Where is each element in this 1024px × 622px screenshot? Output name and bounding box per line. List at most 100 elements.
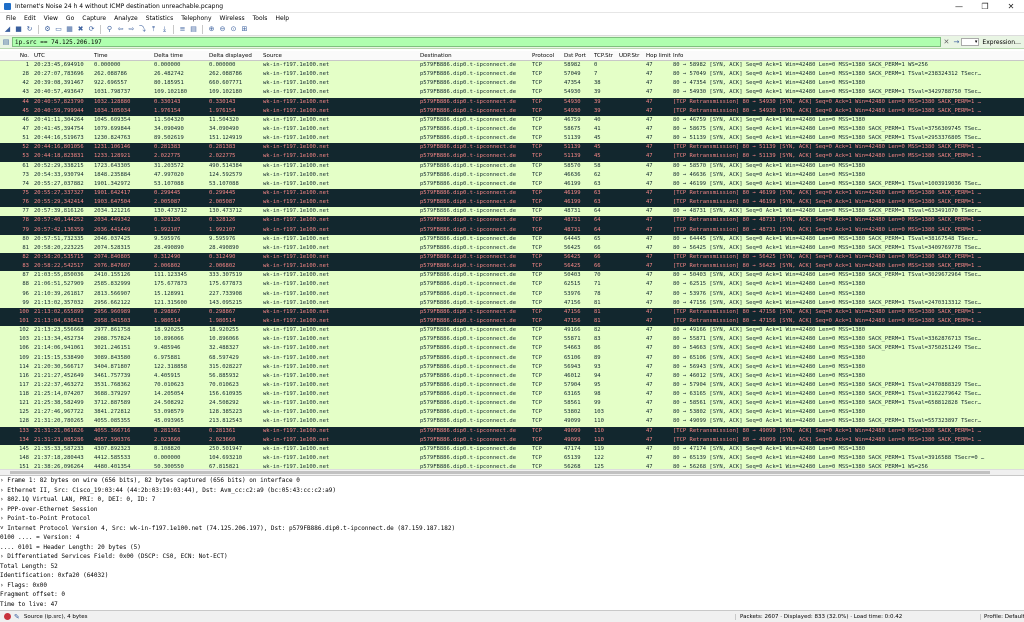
packet-row[interactable]: 106 21:14:06,941061 3021.246151 9.485946 32.…	[0, 344, 1024, 354]
packet-row[interactable]: 96 21:10:39,261817 2813.566907 15.128991 227…	[0, 289, 1024, 299]
detail-tree-item[interactable]: Time to live: 47	[0, 600, 1024, 610]
forward-icon[interactable]: ⇨	[127, 25, 136, 34]
packet-row[interactable]: 79 20:57:42,136359 2036.441449 1.992107 1.99…	[0, 225, 1024, 235]
column-header-protocol[interactable]: Protocol	[530, 53, 562, 59]
column-header-delta-time[interactable]: Delta time	[152, 53, 207, 59]
menu-analyze[interactable]: Analyze	[110, 15, 142, 22]
bookmark-icon[interactable]: ▤	[0, 38, 12, 46]
goto-icon[interactable]: ⤵	[138, 25, 147, 34]
autoscroll-icon[interactable]: ≡	[178, 25, 187, 34]
packet-row[interactable]: 82 20:58:20,535715 2074.840805 0.312490 0.31…	[0, 252, 1024, 263]
menu-help[interactable]: Help	[271, 15, 293, 22]
packet-row[interactable]: 78 20:57:40,144252 2034.449342 0.328126 0.32…	[0, 216, 1024, 226]
menu-go[interactable]: Go	[62, 15, 78, 22]
packet-row[interactable]: 117 21:22:37,463272 3531.768362 70.010623 70…	[0, 380, 1024, 391]
column-header-dst-port[interactable]: Dst Port	[562, 53, 592, 59]
packet-row[interactable]: 116 21:21:27,452649 3461.757739 4.405915 56.…	[0, 371, 1024, 381]
packet-row[interactable]: 102 21:13:23,556668 2977.861758 18.920255 18…	[0, 326, 1024, 336]
column-header-destination[interactable]: Destination	[418, 53, 530, 59]
column-header-hop-limit[interactable]: Hop limit	[644, 53, 671, 59]
packet-row[interactable]: 128 21:31:20,780265 4055.085355 45.093965 21…	[0, 417, 1024, 427]
edit-comment-icon[interactable]: ✎	[14, 613, 20, 621]
menu-capture[interactable]: Capture	[78, 15, 110, 22]
apply-filter-icon[interactable]: →	[951, 38, 961, 46]
packet-row[interactable]: 47 20:41:45,394754 1079.699844 34.090490 34.…	[0, 124, 1024, 135]
detail-tree-item[interactable]: Total Length: 52	[0, 562, 1024, 572]
packet-row[interactable]: 100 21:13:02,655899 2956.960989 0.298867 0.2…	[0, 307, 1024, 317]
packet-row[interactable]: 28 20:27:07,783696 262.088786 26.482742 262.…	[0, 70, 1024, 80]
fin-icon[interactable]: ◢	[3, 25, 12, 34]
column-header-udp-str[interactable]: UDP.Str	[617, 53, 644, 59]
close-file-icon[interactable]: ✖	[76, 25, 85, 34]
clear-filter-icon[interactable]: ✕	[941, 38, 951, 46]
packet-row[interactable]: 51 20:44:16,519673 1230.824763 89.502619 151…	[0, 134, 1024, 144]
scrollbar-thumb[interactable]	[10, 471, 990, 474]
packet-row[interactable]: 45 20:40:59,799944 1034.105034 1.976154 1.97…	[0, 106, 1024, 116]
resize-columns-icon[interactable]: ⊞	[240, 25, 249, 34]
menu-tools[interactable]: Tools	[249, 15, 272, 22]
packet-row[interactable]: 114 21:20:30,566717 3404.871807 122.318858 3…	[0, 362, 1024, 372]
column-header-tcp-str[interactable]: TCP.Str	[592, 53, 617, 59]
packet-row[interactable]: 52 20:44:16,801056 1231.106146 0.281383 0.28…	[0, 143, 1024, 153]
menu-edit[interactable]: Edit	[20, 15, 40, 22]
packet-row[interactable]: 87 21:03:55,850036 2410.155126 111.123345 33…	[0, 271, 1024, 281]
menu-file[interactable]: File	[2, 15, 20, 22]
detail-tree-item[interactable]: Identification: 0xfa20 (64032)	[0, 571, 1024, 581]
packet-row[interactable]: 53 20:44:18,823831 1233.128921 2.022775 2.02…	[0, 152, 1024, 162]
packet-row[interactable]: 46 20:41:11,304264 1045.609354 11.504320 11.…	[0, 115, 1024, 125]
detail-tree-item[interactable]: › Differentiated Services Field: 0x00 (D…	[0, 552, 1024, 562]
packet-row[interactable]: 83 20:58:22,542517 2076.847607 2.006802 2.00…	[0, 262, 1024, 272]
minimize-button[interactable]: —	[946, 0, 972, 12]
detail-tree-item[interactable]: .... 0101 = Header Length: 20 bytes (5)	[0, 543, 1024, 553]
column-header-utc[interactable]: UTC	[32, 53, 92, 59]
display-filter-input[interactable]: ip.src == 74.125.206.197	[12, 37, 942, 47]
packet-row[interactable]: 99 21:13:02,357032 2956.662122 121.315600 14…	[0, 298, 1024, 308]
packet-row[interactable]: 61 20:52:29,338215 1723.643305 31.203572 490…	[0, 161, 1024, 171]
column-header-no[interactable]: No.	[0, 53, 32, 59]
detail-tree-item[interactable]: › Flags: 0x00	[0, 581, 1024, 591]
packet-row[interactable]: 43 20:40:57,493647 1031.798737 109.102180 10…	[0, 88, 1024, 98]
packet-row[interactable]: 73 20:54:33,930794 1848.235884 47.997020 124…	[0, 170, 1024, 180]
detail-tree-item[interactable]: Fragment offset: 0	[0, 590, 1024, 600]
packet-row[interactable]: 77 20:57:39,816126 2034.121216 130.473712 13…	[0, 207, 1024, 217]
save-icon[interactable]: ▦	[65, 25, 74, 34]
expression-button[interactable]: Expression…	[982, 39, 1024, 46]
restart-icon[interactable]: ↻	[25, 25, 34, 34]
packet-row[interactable]: 1 20:23:45,694910 0.000000 0.000000 0.000000…	[0, 61, 1024, 71]
packet-row[interactable]: 121 21:25:38,582499 3712.887589 24.508292 24…	[0, 399, 1024, 409]
first-icon[interactable]: ⤒	[149, 25, 158, 34]
zoom-out-icon[interactable]: ⊖	[218, 25, 227, 34]
open-icon[interactable]: ▭	[54, 25, 63, 34]
packet-row[interactable]: 118 21:25:14,074207 3688.379297 14.205054 15…	[0, 390, 1024, 400]
filter-history-dropdown[interactable]: ▾	[961, 38, 980, 46]
detail-tree-item[interactable]: › Frame 1: 82 bytes on wire (656 bits), …	[0, 476, 1024, 486]
packet-row[interactable]: 109 21:15:15,538490 3089.843580 6.975881 68.…	[0, 353, 1024, 363]
find-icon[interactable]: ⚲	[105, 25, 114, 34]
packet-row[interactable]: 42 20:39:08,391467 922.696557 80.185951 660.…	[0, 79, 1024, 89]
packet-row[interactable]: 81 20:58:20,223225 2074.528315 28.490890 28.…	[0, 243, 1024, 253]
packet-row[interactable]: 80 20:57:51,732335 2046.037425 9.595976 9.59…	[0, 234, 1024, 244]
packet-row[interactable]: 133 21:31:21,061626 4055.366716 0.281361 0.2…	[0, 426, 1024, 436]
zoom-reset-icon[interactable]: ⊙	[229, 25, 238, 34]
packet-row[interactable]: 75 20:55:27,337327 1901.642417 0.299445 0.29…	[0, 188, 1024, 199]
zoom-in-icon[interactable]: ⊕	[207, 25, 216, 34]
reload-icon[interactable]: ⟳	[87, 25, 96, 34]
last-icon[interactable]: ⤓	[160, 25, 169, 34]
packet-row[interactable]: 134 21:31:23,085286 4057.390376 2.023660 2.0…	[0, 435, 1024, 445]
column-header-delta-displayed[interactable]: Delta displayed	[207, 53, 261, 59]
menu-telephony[interactable]: Telephony	[177, 15, 215, 22]
detail-tree-item[interactable]: ˅ Internet Protocol Version 4, Src: wk-i…	[0, 524, 1024, 534]
detail-tree-item[interactable]: › 802.1Q Virtual LAN, PRI: 0, DEI: 0, ID…	[0, 495, 1024, 505]
packet-row[interactable]: 88 21:06:51,527909 2585.832999 175.677873 17…	[0, 280, 1024, 290]
packet-row[interactable]: 101 21:13:04,636413 2958.941503 1.980514 1.9…	[0, 316, 1024, 327]
column-header-info[interactable]: Info	[671, 53, 1024, 59]
options-icon[interactable]: ⚙	[43, 25, 52, 34]
detail-tree-item[interactable]: › Point-to-Point Protocol	[0, 514, 1024, 524]
menu-view[interactable]: View	[40, 15, 62, 22]
menu-statistics[interactable]: Statistics	[142, 15, 177, 22]
packet-row[interactable]: 145 21:35:33,587233 4307.892323 8.108820 250…	[0, 444, 1024, 455]
packet-row[interactable]: 148 21:37:18,280443 4412.585533 0.000000 104…	[0, 454, 1024, 464]
status-profile[interactable]: Profile: Default	[980, 613, 1024, 620]
packet-row[interactable]: 125 21:27:46,967722 3841.272812 53.098579 12…	[0, 408, 1024, 418]
maximize-button[interactable]: ❐	[972, 0, 998, 12]
